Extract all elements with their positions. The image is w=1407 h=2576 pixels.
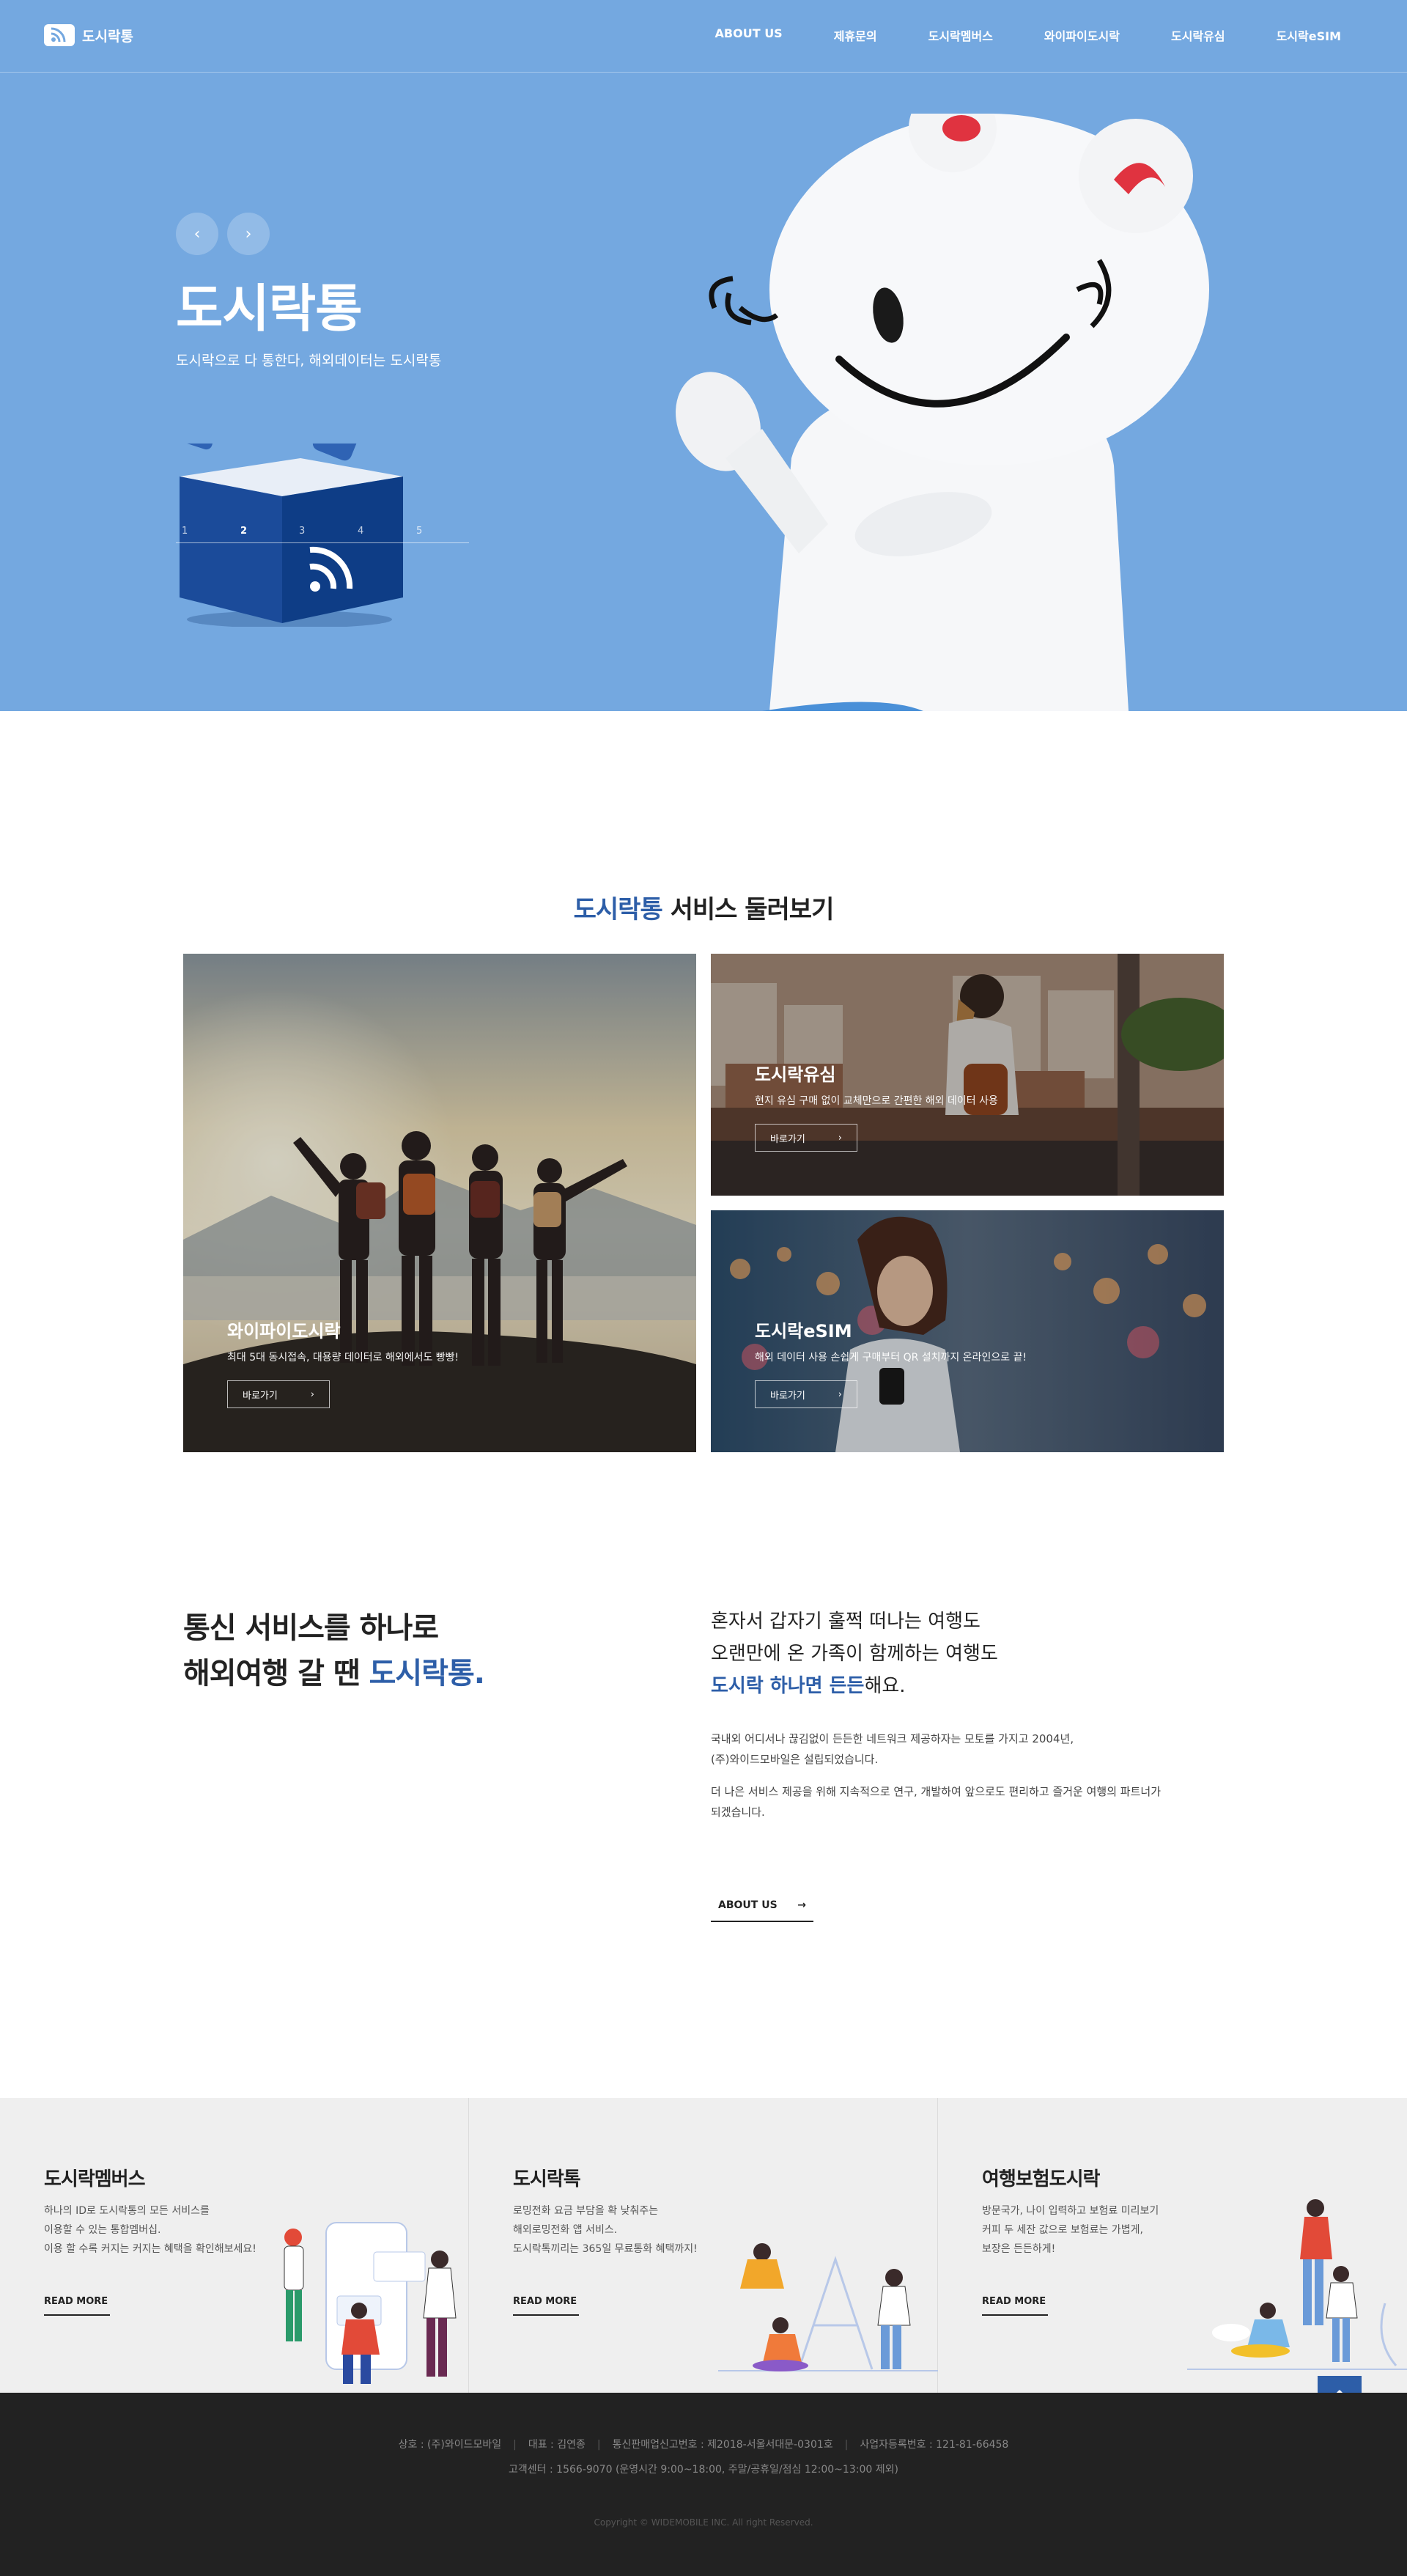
- about-us-button-label: ABOUT US: [718, 1899, 778, 1911]
- hero-slider-controls: ‹ ›: [176, 213, 270, 255]
- hero-subtitle: 도시락으로 다 통한다, 해외데이터는 도시락통: [176, 353, 442, 369]
- pager-item[interactable]: 5: [416, 526, 422, 537]
- info-talk: 도시락톡 로밍전화 요금 부담을 확 낮춰주는 해외로밍전화 앱 서비스. 도시…: [469, 2098, 938, 2393]
- footer-company: 상호 : (주)와이드모바일: [398, 2439, 502, 2451]
- insurance-title: 여행보험도시락: [982, 2168, 1100, 2190]
- esim-card-go-button[interactable]: 바로가기 ›: [755, 1380, 857, 1408]
- main-nav: ABOUT US 제휴문의 도시락멤버스 와이파이도시락 도시락유심 도시락eS…: [664, 26, 1341, 44]
- members-desc: 하나의 ID로 도시락통의 모든 서비스를 이용할 수 있는 통합멤버십. 이용…: [44, 2201, 256, 2259]
- top-navigation-bar: 도시락통 ABOUT US 제휴문의 도시락멤버스 와이파이도시락 도시락유심 …: [0, 0, 1407, 73]
- mascot-bear-illustration: [676, 114, 1209, 711]
- pager-item-active[interactable]: 2: [240, 526, 247, 537]
- usim-card-caption: 도시락유심 현지 유심 구매 없이 교체만으로 간편한 해외 데이터 사용 바로…: [755, 1060, 998, 1152]
- chevron-right-icon: ›: [310, 1388, 314, 1400]
- about-p1-line1: 국내외 어디서나 끊김없이 든든한 네트워크 제공하자는 모토를 가지고 200…: [711, 1732, 1074, 1745]
- info-insurance: 여행보험도시락 방문국가, 나이 입력하고 보험료 미리보기 커피 두 세잔 값…: [938, 2098, 1407, 2393]
- footer-biz-number: 사업자등록번호 : 121-81-66458: [860, 2439, 1009, 2451]
- talk-title: 도시락톡: [513, 2168, 581, 2190]
- footer-copyright: Copyright © WIDEMOBILE INC. All right Re…: [594, 2517, 813, 2528]
- members-read-more-button[interactable]: READ MORE: [44, 2296, 110, 2316]
- esim-card-caption: 도시락eSIM 해외 데이터 사용 손쉽게 구매부터 QR 설치까지 온라인으로…: [755, 1317, 1027, 1408]
- about-lead-accent: 도시락 하나면 든든: [711, 1675, 865, 1697]
- about-paragraph-2: 더 나은 서비스 제공을 위해 지속적으로 연구, 개발하여 앞으로도 편리하고…: [711, 1781, 1161, 1822]
- talk-desc-line: 도시락톡끼리는 365일 무료통화 혜택까지!: [513, 2243, 698, 2255]
- service-card-wifi[interactable]: 와이파이도시락 최대 5대 동시접속, 대용량 데이터로 해외에서도 빵빵! 바…: [183, 954, 696, 1452]
- prev-slide-button[interactable]: ‹: [176, 213, 218, 255]
- insurance-desc-line: 보장은 든든하게!: [982, 2243, 1056, 2255]
- pager-item[interactable]: 4: [358, 526, 363, 537]
- go-button-label: 바로가기: [770, 1390, 805, 1402]
- about-us-button[interactable]: ABOUT US →: [711, 1890, 813, 1922]
- pager-item[interactable]: 1: [182, 526, 188, 537]
- about-heading-accent: 도시락통.: [369, 1657, 485, 1690]
- talk-desc: 로밍전화 요금 부담을 확 낮춰주는 해외로밍전화 앱 서비스. 도시락톡끼리는…: [513, 2201, 698, 2259]
- talk-read-more-button[interactable]: READ MORE: [513, 2296, 579, 2316]
- chevron-right-icon: ›: [838, 1132, 842, 1144]
- go-button-label: 바로가기: [770, 1133, 805, 1145]
- nav-about-us[interactable]: ABOUT US: [715, 26, 783, 44]
- about-heading-line1: 통신 서비스를 하나로: [183, 1611, 439, 1645]
- about-p2-line1: 더 나은 서비스 제공을 위해 지속적으로 연구, 개발하여 앞으로도 편리하고…: [711, 1785, 1161, 1798]
- services-title-rest: 서비스 둘러보기: [662, 895, 835, 924]
- site-footer: 상호 : (주)와이드모바일 | 대표 : 김연종 | 통신판매업신고번호 : 제201…: [0, 2393, 1407, 2576]
- info-strip: 도시락멤버스 하나의 ID로 도시락통의 모든 서비스를 이용할 수 있는 통합…: [0, 2098, 1407, 2393]
- services-title-accent: 도시락통: [573, 895, 663, 924]
- site-logo[interactable]: 도시락통: [44, 24, 133, 46]
- services-title: 도시락통 서비스 둘러보기: [0, 889, 1407, 925]
- service-card-usim[interactable]: 도시락유심 현지 유심 구매 없이 교체만으로 간편한 해외 데이터 사용 바로…: [711, 954, 1224, 1196]
- insurance-desc-line: 방문국가, 나이 입력하고 보험료 미리보기: [982, 2205, 1159, 2217]
- footer-telecom: 통신판매업신고번호 : 제2018-서울서대문-0301호: [612, 2439, 833, 2451]
- members-illustration: [284, 2222, 457, 2384]
- about-paragraph-1: 국내외 어디서나 끊김없이 든든한 네트워크 제공하자는 모토를 가지고 200…: [711, 1729, 1074, 1770]
- hero-title: 도시락통: [176, 279, 363, 339]
- usim-card-desc: 현지 유심 구매 없이 교체만으로 간편한 해외 데이터 사용: [755, 1095, 998, 1107]
- info-members: 도시락멤버스 하나의 ID로 도시락통의 모든 서비스를 이용할 수 있는 통합…: [0, 2098, 469, 2393]
- talk-illustration: [718, 2243, 938, 2371]
- esim-card-desc: 해외 데이터 사용 손쉽게 구매부터 QR 설치까지 온라인으로 끝!: [755, 1352, 1027, 1364]
- service-card-esim[interactable]: 도시락eSIM 해외 데이터 사용 손쉽게 구매부터 QR 설치까지 온라인으로…: [711, 1210, 1224, 1452]
- hero-section: 도시락통 ABOUT US 제휴문의 도시락멤버스 와이파이도시락 도시락유심 …: [0, 0, 1407, 711]
- about-lead: 혼자서 갑자기 훌쩍 떠나는 여행도 오랜만에 온 가족이 함께하는 여행도 도…: [711, 1605, 998, 1702]
- wifi-card-desc: 최대 5대 동시접속, 대용량 데이터로 해외에서도 빵빵!: [227, 1352, 459, 1364]
- go-button-label: 바로가기: [243, 1390, 278, 1402]
- about-lead-line3: 해요.: [864, 1675, 906, 1697]
- about-heading-line2: 해외여행 갈 땐: [183, 1657, 369, 1690]
- wifi-logo-icon: [44, 24, 75, 46]
- nav-members[interactable]: 도시락멤버스: [928, 26, 993, 44]
- about-lead-line2: 오랜만에 온 가족이 함께하는 여행도: [711, 1643, 998, 1665]
- insurance-illustration: [1187, 2199, 1407, 2370]
- nav-wifi[interactable]: 와이파이도시락: [1044, 26, 1120, 44]
- members-desc-line: 이용 할 수록 커지는 커지는 혜택을 확인해보세요!: [44, 2243, 256, 2255]
- wifi-card-title: 와이파이도시락: [227, 1321, 341, 1342]
- chevron-right-icon: ›: [838, 1388, 842, 1400]
- talk-desc-line: 로밍전화 요금 부담을 확 낮춰주는: [513, 2205, 659, 2217]
- pager-item[interactable]: 3: [299, 526, 305, 537]
- insurance-read-more-button[interactable]: READ MORE: [982, 2296, 1048, 2316]
- talk-desc-line: 해외로밍전화 앱 서비스.: [513, 2224, 618, 2236]
- insurance-desc-line: 커피 두 세잔 값으로 보험료는 가볍게,: [982, 2224, 1143, 2236]
- about-lead-line1: 혼자서 갑자기 훌쩍 떠나는 여행도: [711, 1611, 981, 1633]
- footer-customer-center: 고객센터 : 1566-9070 (운영시간 9:00~18:00, 주말/공휴…: [509, 2464, 898, 2476]
- next-slide-button[interactable]: ›: [227, 213, 270, 255]
- nav-esim[interactable]: 도시락eSIM: [1277, 26, 1341, 44]
- footer-company-info: 상호 : (주)와이드모바일 | 대표 : 김연종 | 통신판매업신고번호 : 제201…: [398, 2439, 1009, 2451]
- members-title: 도시락멤버스: [44, 2168, 146, 2190]
- about-p1-line2: (주)와이드모바일은 설립되었습니다.: [711, 1753, 879, 1766]
- members-desc-line: 하나의 ID로 도시락통의 모든 서비스를: [44, 2205, 210, 2217]
- nav-usim[interactable]: 도시락유심: [1171, 26, 1225, 44]
- insurance-desc: 방문국가, 나이 입력하고 보험료 미리보기 커피 두 세잔 값으로 보험료는 …: [982, 2201, 1159, 2259]
- members-desc-line: 이용할 수 있는 통합멤버십.: [44, 2224, 161, 2236]
- esim-card-title: 도시락eSIM: [755, 1321, 852, 1342]
- nav-partnership[interactable]: 제휴문의: [834, 26, 877, 44]
- wifi-card-go-button[interactable]: 바로가기 ›: [227, 1380, 330, 1408]
- wifi-card-caption: 와이파이도시락 최대 5대 동시접속, 대용량 데이터로 해외에서도 빵빵! 바…: [227, 1317, 459, 1408]
- about-p2-line2: 되겠습니다.: [711, 1806, 765, 1819]
- usim-card-title: 도시락유심: [755, 1064, 836, 1085]
- hero-pager: 1 2 3 4 5: [176, 517, 469, 543]
- logo-text: 도시락통: [82, 28, 133, 45]
- about-heading: 통신 서비스를 하나로 해외여행 갈 땐 도시락통.: [183, 1605, 485, 1696]
- footer-ceo: 대표 : 김연종: [528, 2439, 586, 2451]
- usim-card-go-button[interactable]: 바로가기 ›: [755, 1124, 857, 1152]
- arrow-right-icon: →: [797, 1899, 806, 1911]
